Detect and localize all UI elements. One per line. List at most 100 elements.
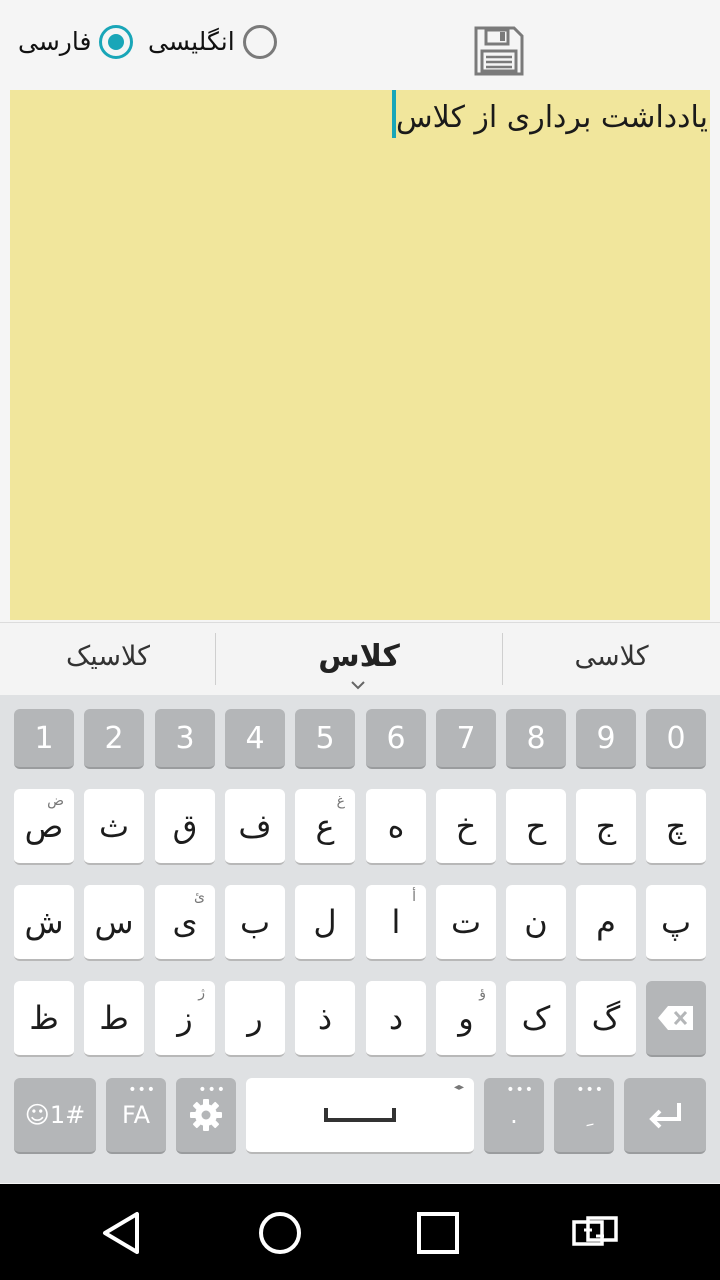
settings-key[interactable]: ••• xyxy=(176,1078,236,1154)
key-letter[interactable]: ط xyxy=(84,981,144,1057)
key-char: ت xyxy=(450,903,482,941)
key-char: م xyxy=(596,903,616,941)
space-icon xyxy=(324,1108,396,1122)
backspace-key[interactable] xyxy=(646,981,706,1057)
key-char: ی xyxy=(172,903,198,941)
key-char: ه xyxy=(387,807,405,845)
key-letter[interactable]: وؤ xyxy=(436,981,496,1057)
key-char: ذ xyxy=(317,999,333,1037)
period-key-label: . xyxy=(510,1101,518,1129)
symbols-key-label: ☺1# xyxy=(24,1101,86,1129)
switch-app-icon[interactable] xyxy=(570,1208,620,1258)
key-letter[interactable]: یئ xyxy=(155,885,215,961)
period-key[interactable]: . ••• xyxy=(484,1078,544,1154)
key-letter[interactable]: ح xyxy=(506,789,566,865)
diacritic-key[interactable]: ِ••• xyxy=(554,1078,614,1154)
key-char: ص xyxy=(24,807,64,845)
chevron-down-icon[interactable] xyxy=(349,679,367,691)
key-alt-char: ؤ xyxy=(479,985,486,1001)
key-letter[interactable]: ذ xyxy=(295,981,355,1057)
key-letter[interactable]: ت xyxy=(436,885,496,961)
key-letter[interactable]: ق xyxy=(155,789,215,865)
language-key[interactable]: FA ••• xyxy=(106,1078,166,1154)
more-dots: ••• xyxy=(198,1082,226,1098)
back-icon[interactable] xyxy=(97,1208,147,1258)
more-dots: ••• xyxy=(506,1082,534,1098)
text-cursor xyxy=(392,90,396,138)
enter-key[interactable] xyxy=(624,1078,706,1154)
key-letter[interactable]: ش xyxy=(14,885,74,961)
backspace-icon xyxy=(658,1006,693,1030)
key-letter[interactable]: م xyxy=(576,885,636,961)
key-alt-char: غ xyxy=(336,793,345,809)
key-letter[interactable]: ل xyxy=(295,885,355,961)
key-7[interactable]: 7 xyxy=(436,709,496,769)
radio-english-label: انگلیسی xyxy=(148,27,235,56)
key-char: ج xyxy=(595,807,617,845)
key-3[interactable]: 3 xyxy=(155,709,215,769)
key-letter[interactable]: ظ xyxy=(14,981,74,1057)
radio-farsi[interactable]: فارسی xyxy=(10,22,134,62)
key-letter[interactable]: خ xyxy=(436,789,496,865)
key-alt-char: ئ xyxy=(194,889,205,905)
enter-icon xyxy=(649,1103,681,1129)
key-char: ک xyxy=(521,999,551,1037)
space-key[interactable]: ◂▸ xyxy=(246,1078,474,1154)
key-letter[interactable]: اأ xyxy=(366,885,426,961)
key-8[interactable]: 8 xyxy=(506,709,566,769)
key-letter[interactable]: صض xyxy=(14,789,74,865)
key-char: ل xyxy=(313,903,337,941)
suggestion-left[interactable]: کلاسیک xyxy=(0,623,216,695)
note-text[interactable]: یادداشت برداری از کلاس xyxy=(392,96,708,140)
suggestion-right[interactable]: کلاسی xyxy=(503,623,720,695)
keyboard: 1 2 3 4 5 6 7 8 9 0 صض ث ق ف عغ ه خ ح ج … xyxy=(0,695,720,1183)
key-char: ن xyxy=(524,903,548,941)
key-char: خ xyxy=(455,807,477,845)
language-key-label: FA xyxy=(121,1101,151,1129)
recents-icon[interactable] xyxy=(413,1208,463,1258)
key-char: ح xyxy=(525,807,547,845)
key-char: ق xyxy=(172,807,198,845)
key-2[interactable]: 2 xyxy=(84,709,144,769)
key-letter[interactable]: ف xyxy=(225,789,285,865)
key-letter[interactable]: ث xyxy=(84,789,144,865)
key-5[interactable]: 5 xyxy=(295,709,355,769)
key-char: ظ xyxy=(29,999,59,1037)
save-icon[interactable] xyxy=(472,24,526,78)
symbols-key[interactable]: ☺1# xyxy=(14,1078,96,1154)
key-letter[interactable]: پ xyxy=(646,885,706,961)
gear-icon xyxy=(190,1099,222,1131)
radio-farsi-indicator[interactable] xyxy=(99,25,134,59)
key-letter[interactable]: زژ xyxy=(155,981,215,1057)
key-0[interactable]: 0 xyxy=(646,709,706,769)
key-letter[interactable]: عغ xyxy=(295,789,355,865)
key-letter[interactable]: ک xyxy=(506,981,566,1057)
home-icon[interactable] xyxy=(255,1208,305,1258)
key-char: س xyxy=(94,903,134,941)
key-letter[interactable]: چ xyxy=(646,789,706,865)
key-letter[interactable]: ر xyxy=(225,981,285,1057)
radio-english-indicator[interactable] xyxy=(242,25,277,59)
key-letter[interactable]: ج xyxy=(576,789,636,865)
key-4[interactable]: 4 xyxy=(225,709,285,769)
radio-english[interactable]: انگلیسی xyxy=(140,22,277,62)
key-letter[interactable]: گ xyxy=(576,981,636,1057)
key-6[interactable]: 6 xyxy=(366,709,426,769)
key-alt-char: ض xyxy=(47,793,64,809)
note-editor[interactable]: یادداشت برداری از کلاس xyxy=(10,90,710,620)
key-letter[interactable]: ب xyxy=(225,885,285,961)
key-char: ع xyxy=(315,807,335,845)
key-letter[interactable]: ن xyxy=(506,885,566,961)
suggestion-strip: کلاسیک کلاس کلاسی xyxy=(0,622,720,695)
key-letter[interactable]: د xyxy=(366,981,426,1057)
more-dots: ••• xyxy=(576,1082,604,1098)
key-char: ا xyxy=(391,903,401,941)
key-letter[interactable]: ه xyxy=(366,789,426,865)
key-alt-char: أ xyxy=(412,889,416,905)
key-1[interactable]: 1 xyxy=(14,709,74,769)
key-letter[interactable]: س xyxy=(84,885,144,961)
key-char: گ xyxy=(591,999,621,1037)
key-char: ب xyxy=(239,903,271,941)
key-9[interactable]: 9 xyxy=(576,709,636,769)
more-dots: ••• xyxy=(128,1082,156,1098)
